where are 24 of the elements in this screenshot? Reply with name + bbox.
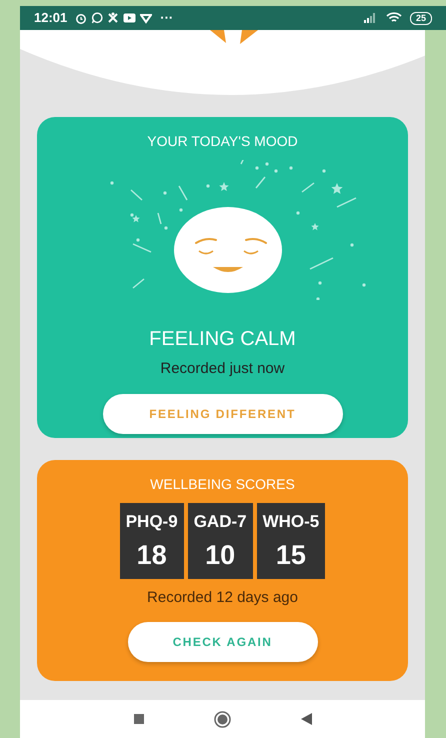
score-name: PHQ-9	[126, 511, 178, 534]
back-icon[interactable]	[300, 713, 312, 726]
mood-label: FEELING CALM	[149, 327, 296, 352]
card-title: YOUR TODAY'S MOOD	[147, 132, 298, 151]
card-title: WELLBEING SCORES	[150, 475, 295, 494]
score-value: 10	[205, 538, 236, 572]
score-name: GAD-7	[194, 511, 247, 534]
score-value: 15	[276, 538, 306, 572]
video-icon	[123, 12, 136, 24]
recorded-time: Recorded just now	[160, 359, 285, 379]
feeling-different-button[interactable]: FEELING DIFFERENT	[102, 394, 342, 434]
clock-time: 12:01	[34, 9, 68, 28]
home-icon[interactable]	[214, 710, 230, 728]
score-name: WHO-5	[262, 511, 320, 534]
wifi-icon	[386, 12, 402, 24]
more-indicator: ···	[160, 9, 174, 28]
signal-icon	[364, 13, 378, 23]
chat-icon	[91, 12, 104, 24]
score-value: 18	[136, 538, 167, 572]
alarm-icon	[75, 12, 88, 24]
recorded-time: Recorded 12 days ago	[147, 588, 298, 608]
battery-indicator: 25	[410, 12, 432, 24]
recents-icon[interactable]	[134, 714, 144, 724]
check-again-button[interactable]: CHECK AGAIN	[128, 622, 318, 662]
